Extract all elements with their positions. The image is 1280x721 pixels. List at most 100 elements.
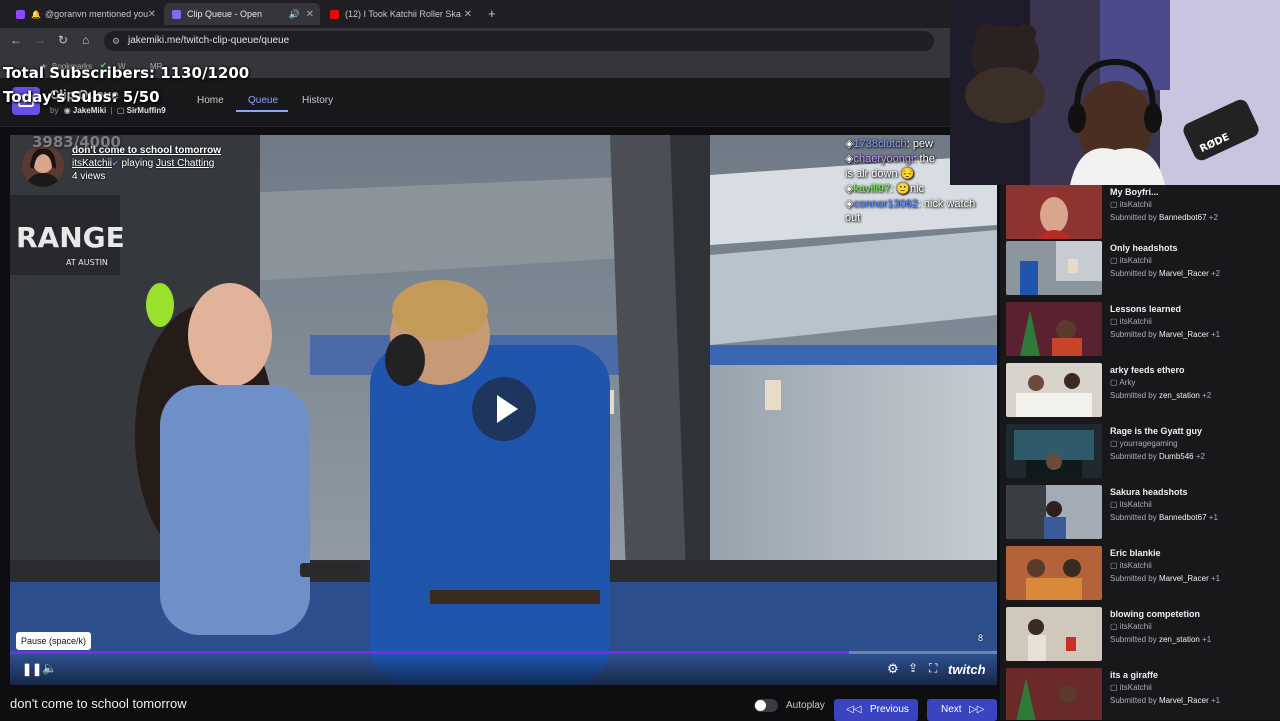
- queue-item-channel: ▢ itsKatchii: [1110, 500, 1152, 509]
- submitter-name: zen_station: [1158, 635, 1200, 644]
- channel-link[interactable]: itsKatchii: [72, 158, 112, 169]
- submitter-name: Marvel_Racer: [1158, 330, 1209, 339]
- close-tab-icon[interactable]: ✕: [464, 9, 472, 20]
- chat-message: nick watch: [923, 198, 976, 210]
- webcam-overlay: RØDE: [950, 0, 1280, 185]
- pause-tooltip: Pause (space/k): [16, 632, 92, 650]
- nav-queue[interactable]: Queue: [248, 95, 278, 106]
- browser-tab[interactable]: 🔔 @goranvn mentioned you ✕: [8, 3, 162, 25]
- url-field[interactable]: ⚙ jakemiki.me/twitch-clip-queue/queue: [104, 31, 934, 51]
- queue-item-title: Lessons learned: [1110, 304, 1182, 314]
- queue-item[interactable]: Sakura headshots ▢ itsKatchii Submitted …: [1006, 485, 1276, 541]
- chat-username: kavili97: [853, 183, 891, 195]
- share-icon[interactable]: ⇪: [908, 661, 918, 675]
- site-info-icon[interactable]: ⚙: [112, 31, 120, 51]
- channel-name: itsKatchii: [1119, 683, 1152, 692]
- play-icon[interactable]: [472, 377, 536, 441]
- submitted-by-label: Submitted by: [1110, 213, 1157, 222]
- queue-item[interactable]: Eric blankie ▢ itsKatchii Submitted by M…: [1006, 546, 1276, 602]
- author-link[interactable]: JakeMiki: [73, 106, 106, 115]
- clip-thumbnail: [1006, 241, 1102, 295]
- channel-name: itsKatchii: [1119, 622, 1152, 631]
- clip-meta: itsKatchii✔ playing Just Chatting: [72, 158, 214, 169]
- submitted-by-label: Submitted by: [1110, 574, 1157, 583]
- queue-item[interactable]: blowing competetion ▢ itsKatchii Submitt…: [1006, 607, 1276, 663]
- submitted-by-label: Submitted by: [1110, 513, 1157, 522]
- previous-button[interactable]: ◁◁ Previous: [834, 699, 918, 721]
- app-authors: by ◉ JakeMiki | ▢ SirMuffin9: [50, 106, 166, 115]
- progress-fill: [10, 651, 849, 654]
- channel-name: itsKatchii: [1119, 256, 1152, 265]
- extra-submitters: +1: [1210, 696, 1221, 705]
- channel-icon: ▢: [1110, 500, 1118, 509]
- queue-item-title: its a giraffe: [1110, 670, 1159, 680]
- player-controls: ❚❚ 🔈 ⚙ ⇪ ⛶ twitch: [10, 655, 997, 685]
- queue-item-title: blowing competetion: [1110, 609, 1200, 619]
- fullscreen-icon[interactable]: ⛶: [929, 661, 937, 676]
- url-text: jakemiki.me/twitch-clip-queue/queue: [128, 35, 290, 46]
- close-tab-icon[interactable]: ✕: [306, 9, 314, 20]
- youtube-icon: [330, 9, 339, 19]
- submitter-name: Marvel_Racer: [1158, 574, 1209, 583]
- author-link[interactable]: SirMuffin9: [127, 106, 166, 115]
- submitted-by-label: Submitted by: [1110, 635, 1157, 644]
- next-label: Next: [941, 704, 962, 715]
- close-tab-icon[interactable]: ✕: [148, 9, 156, 20]
- queue-item[interactable]: Lessons learned ▢ itsKatchii Submitted b…: [1006, 302, 1276, 358]
- chat-icon: ▢: [116, 106, 125, 115]
- new-tab-icon[interactable]: +: [488, 6, 496, 21]
- channel-icon: ▢: [1110, 683, 1118, 692]
- home-icon[interactable]: ⌂: [82, 33, 89, 47]
- channel-avatar[interactable]: [22, 145, 64, 187]
- back-icon[interactable]: ←: [10, 33, 22, 47]
- queue-item[interactable]: Only headshots ▢ itsKatchii Submitted by…: [1006, 241, 1276, 297]
- browser-tab-active[interactable]: Clip Queue - Open 🔊 ✕: [164, 3, 320, 25]
- queue-item[interactable]: its a giraffe ▢ itsKatchii Submitted by …: [1006, 668, 1276, 720]
- video-player[interactable]: RANGE AT AUSTIN don't come to school tom…: [10, 135, 997, 685]
- queue-item-submitter: Submitted by Marvel_Racer +1: [1110, 330, 1220, 339]
- queue-item[interactable]: arky feeds ethero ▢ Arky Submitted by ze…: [1006, 363, 1276, 419]
- channel-name: itsKatchii: [1119, 200, 1152, 209]
- channel-icon: ▢: [1110, 378, 1118, 387]
- submitted-by-label: Submitted by: [1110, 269, 1157, 278]
- submitter-name: Marvel_Racer: [1158, 696, 1209, 705]
- pause-icon[interactable]: ❚❚: [22, 662, 42, 676]
- submitter-name: Dumb546: [1158, 452, 1194, 461]
- channel-name: Arky: [1119, 378, 1136, 387]
- queue-item-channel: ▢ itsKatchii: [1110, 561, 1152, 570]
- submitter-name: Bannedbot67: [1158, 213, 1207, 222]
- clip-thumbnail: [1006, 185, 1102, 239]
- autoplay-toggle[interactable]: [754, 699, 778, 712]
- speaker-icon[interactable]: 🔊: [289, 9, 300, 20]
- channel-icon: ▢: [1110, 439, 1118, 448]
- settings-gear-icon[interactable]: ⚙: [887, 661, 899, 677]
- emote-icon: 😔: [900, 168, 915, 180]
- queue-item-submitter: Submitted by Dumb546 +2: [1110, 452, 1205, 461]
- queue-item[interactable]: Rage is the Gyatt guy ▢ yourragegaming S…: [1006, 424, 1276, 480]
- range-sign-subtext: AT AUSTIN: [66, 258, 108, 267]
- twitch-logo[interactable]: twitch: [948, 662, 986, 677]
- clip-queue-icon: [172, 9, 181, 19]
- queue-item-submitter: Submitted by Bannedbot67 +2: [1110, 213, 1218, 222]
- tab-title: @goranvn mentioned you: [44, 9, 149, 19]
- queue-item-channel: ▢ Arky: [1110, 378, 1135, 387]
- queue-item[interactable]: My Boyfri... ▢ itsKatchii Submitted by B…: [1006, 185, 1276, 241]
- chat-message: the: [919, 153, 935, 165]
- channel-icon: ▢: [1110, 317, 1118, 326]
- clip-thumbnail: [1006, 668, 1102, 720]
- next-button[interactable]: Next ▷▷: [927, 699, 997, 721]
- progress-track[interactable]: [10, 651, 997, 654]
- queue-item-submitter: Submitted by Bannedbot67 +1: [1110, 513, 1218, 522]
- tab-title: (12) I Took Katchii Roller Skating: [345, 9, 461, 19]
- volume-icon[interactable]: 🔈: [42, 661, 57, 675]
- forward-icon[interactable]: →: [34, 33, 46, 47]
- nav-history[interactable]: History: [302, 95, 333, 106]
- github-icon: ◉: [63, 106, 71, 115]
- reload-icon[interactable]: ↻: [58, 33, 68, 47]
- verified-icon: ✔: [112, 159, 119, 168]
- browser-tab[interactable]: (12) I Took Katchii Roller Skating ✕: [322, 3, 478, 25]
- nav-home[interactable]: Home: [197, 95, 224, 106]
- extra-submitters: +2: [1195, 452, 1205, 461]
- game-link[interactable]: Just Chatting: [156, 158, 214, 169]
- next-icon: ▷▷: [969, 704, 985, 715]
